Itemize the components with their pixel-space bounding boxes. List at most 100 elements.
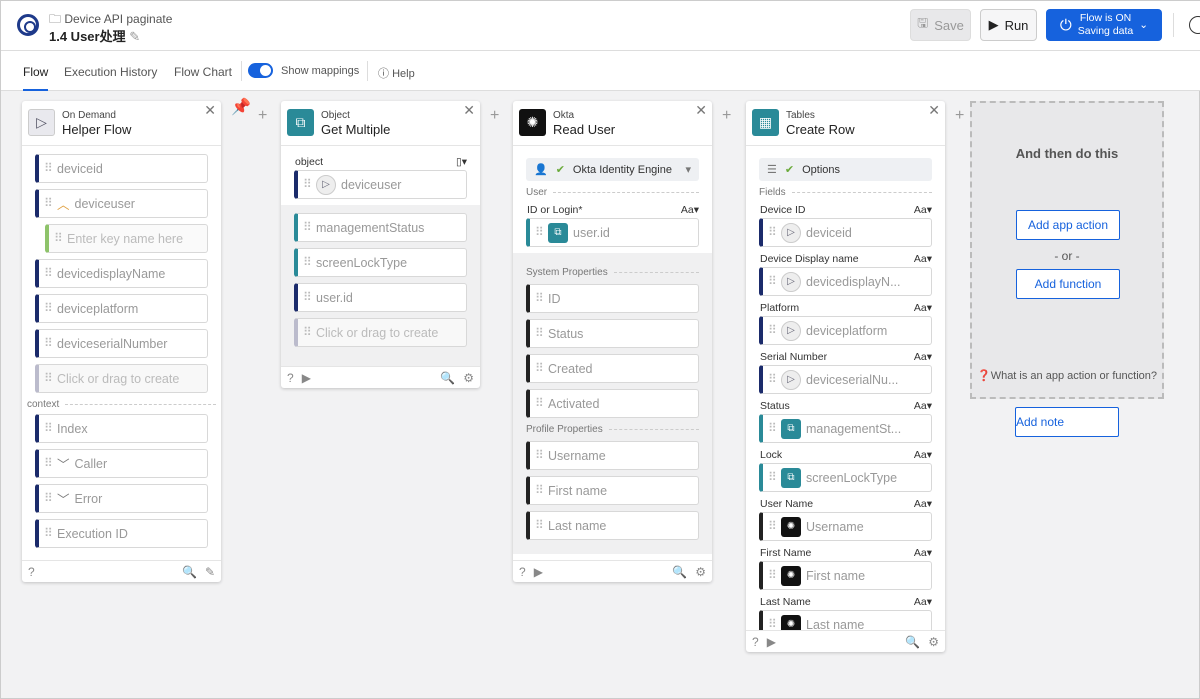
close-icon[interactable]: ✕ <box>695 102 707 119</box>
mapping-field[interactable]: ⠿ deviceid <box>35 154 208 183</box>
drag-handle-icon[interactable]: ⠿ <box>303 221 312 233</box>
drag-handle-icon[interactable]: ⠿ <box>768 226 777 238</box>
mapping-field[interactable]: ⠿ ✺ Last name <box>759 610 932 630</box>
mapping-field[interactable]: ⠿ ▷ deviceid <box>759 218 932 247</box>
drag-handle-icon[interactable]: ⠿ <box>303 291 312 303</box>
drag-handle-icon[interactable]: ⠿ <box>768 373 777 385</box>
mapping-field[interactable]: ⠿ Username <box>526 441 699 470</box>
chevron-up-icon[interactable]: ︿ <box>57 194 70 213</box>
mapping-field[interactable]: ⠿ user.id <box>294 283 467 312</box>
search-icon[interactable]: 🔍 <box>905 635 920 649</box>
add-function-button[interactable]: Add function <box>1016 269 1120 299</box>
drag-handle-icon[interactable]: ⠿ <box>768 471 777 483</box>
drag-handle-icon[interactable]: ⠿ <box>303 326 312 338</box>
chevron-down-icon[interactable]: ﹀ <box>57 489 70 508</box>
close-icon[interactable]: ✕ <box>204 102 216 119</box>
mapping-field[interactable]: ⠿ Click or drag to create <box>294 318 467 347</box>
mapping-field[interactable]: ⠿ ⧉ screenLockType <box>759 463 932 492</box>
mapping-field[interactable]: ⠿ ⧉ user.id <box>526 218 699 247</box>
mapping-field[interactable]: ⠿ screenLockType <box>294 248 467 277</box>
edit-icon[interactable]: ✎ <box>205 565 215 579</box>
mapping-field[interactable]: ⠿ Activated <box>526 389 699 418</box>
mapping-field[interactable]: ⠿ Execution ID <box>35 519 208 548</box>
type-dropdown[interactable]: Aa▾ <box>914 498 932 510</box>
drag-handle-icon[interactable]: ⠿ <box>535 484 544 496</box>
tab-flow-chart[interactable]: Flow Chart <box>174 65 232 79</box>
mapping-field[interactable]: ⠿ managementStatus <box>294 213 467 242</box>
drag-handle-icon[interactable]: ⠿ <box>44 337 53 349</box>
type-dropdown[interactable]: Aa▾ <box>914 400 932 412</box>
drag-handle-icon[interactable]: ⠿ <box>44 372 53 384</box>
mapping-field[interactable]: ⠿ Status <box>526 319 699 348</box>
drag-handle-icon[interactable]: ⠿ <box>535 226 544 238</box>
type-dropdown[interactable]: Aa▾ <box>914 253 932 265</box>
add-step-plus-icon[interactable]: + <box>490 107 499 125</box>
mapping-field[interactable]: ⠿ devicedisplayName <box>35 259 208 288</box>
connection-select[interactable]: 👤 ✔ Okta Identity Engine ▾ <box>526 158 699 181</box>
drag-handle-icon[interactable]: ⠿ <box>535 292 544 304</box>
drag-handle-icon[interactable]: ⠿ <box>44 492 53 504</box>
drag-handle-icon[interactable]: ⠿ <box>44 422 53 434</box>
test-run-icon[interactable]: ▶ <box>767 635 776 649</box>
mapping-field[interactable]: ⠿ Index <box>35 414 208 443</box>
mapping-field[interactable]: ⠿ Enter key name here <box>45 224 208 253</box>
settings-icon[interactable]: ⚙ <box>928 635 939 649</box>
drag-handle-icon[interactable]: ⠿ <box>768 569 777 581</box>
drag-handle-icon[interactable]: ⠿ <box>44 267 53 279</box>
type-dropdown[interactable]: Aa▾ <box>914 596 932 608</box>
search-icon[interactable]: 🔍 <box>672 565 687 579</box>
close-icon[interactable]: ✕ <box>928 102 940 119</box>
add-step-plus-icon[interactable]: + <box>258 107 267 125</box>
search-icon[interactable]: 🔍 <box>440 371 455 385</box>
drag-handle-icon[interactable]: ⠿ <box>54 232 63 244</box>
type-dropdown[interactable]: Aa▾ <box>914 302 932 314</box>
type-dropdown[interactable]: Aa▾ <box>914 204 932 216</box>
tab-execution-history[interactable]: Execution History <box>64 65 157 79</box>
mapping-field[interactable]: ⠿ ︿ deviceuser <box>35 189 208 218</box>
type-dropdown[interactable]: Aa▾ <box>914 449 932 461</box>
flow-status-button[interactable]: ⏻ Flow is ON Saving data ⌄ <box>1046 9 1162 41</box>
add-step-plus-icon[interactable]: + <box>722 107 731 125</box>
tab-flow[interactable]: Flow <box>23 65 49 91</box>
mapping-field[interactable]: ⠿ ▷ deviceserialNu... <box>759 365 932 394</box>
test-run-icon[interactable]: ▶ <box>534 565 543 579</box>
settings-icon[interactable]: ⚙ <box>463 371 474 385</box>
drag-handle-icon[interactable]: ⠿ <box>44 197 53 209</box>
help-icon[interactable]: ? <box>28 565 35 579</box>
close-icon[interactable]: ✕ <box>463 102 475 119</box>
drag-handle-icon[interactable]: ⠿ <box>44 457 53 469</box>
mapping-field[interactable]: ⠿ ▷ deviceuser <box>294 170 467 199</box>
drag-handle-icon[interactable]: ⠿ <box>303 178 312 190</box>
drag-handle-icon[interactable]: ⠿ <box>768 520 777 532</box>
mapping-field[interactable]: ⠿ ⧉ managementSt... <box>759 414 932 443</box>
mapping-field[interactable]: ⠿ ✺ First name <box>759 561 932 590</box>
workflows-logo-icon[interactable] <box>17 14 39 36</box>
drag-handle-icon[interactable]: ⠿ <box>535 397 544 409</box>
drag-handle-icon[interactable]: ⠿ <box>303 256 312 268</box>
run-button[interactable]: ▶ Run <box>980 9 1037 41</box>
mapping-field[interactable]: ⠿ deviceserialNumber <box>35 329 208 358</box>
help-icon[interactable]: ? <box>287 371 294 385</box>
connection-select[interactable]: ☰ ✔ Options <box>759 158 932 181</box>
help-icon[interactable]: ? <box>519 565 526 579</box>
drag-handle-icon[interactable]: ⠿ <box>768 275 777 287</box>
drag-handle-icon[interactable]: ⠿ <box>44 162 53 174</box>
mapping-field[interactable]: ⠿ ﹀ Error <box>35 484 208 513</box>
drag-handle-icon[interactable]: ⠿ <box>44 527 53 539</box>
drag-handle-icon[interactable]: ⠿ <box>768 324 777 336</box>
flow-title[interactable]: 1.4 User处理 ✎ <box>49 26 140 45</box>
what-is-link[interactable]: ❓What is an app action or function? <box>972 369 1162 382</box>
add-app-action-button[interactable]: Add app action <box>1016 210 1120 240</box>
type-dropdown[interactable]: Aa▾ <box>681 204 699 216</box>
test-run-icon[interactable]: ▶ <box>302 371 311 385</box>
edit-pencil-icon[interactable]: ✎ <box>129 29 140 44</box>
mapping-field[interactable]: ⠿ Click or drag to create <box>35 364 208 393</box>
add-note-button[interactable]: Add note <box>1015 407 1119 437</box>
mapping-field[interactable]: ⠿ ▷ deviceplatform <box>759 316 932 345</box>
mapping-field[interactable]: ⠿ deviceplatform <box>35 294 208 323</box>
mapping-field[interactable]: ⠿ ▷ devicedisplayN... <box>759 267 932 296</box>
mapping-field[interactable]: ⠿ ID <box>526 284 699 313</box>
help-icon[interactable]: ? <box>752 635 759 649</box>
drag-handle-icon[interactable]: ⠿ <box>768 422 777 434</box>
drag-handle-icon[interactable]: ⠿ <box>535 327 544 339</box>
